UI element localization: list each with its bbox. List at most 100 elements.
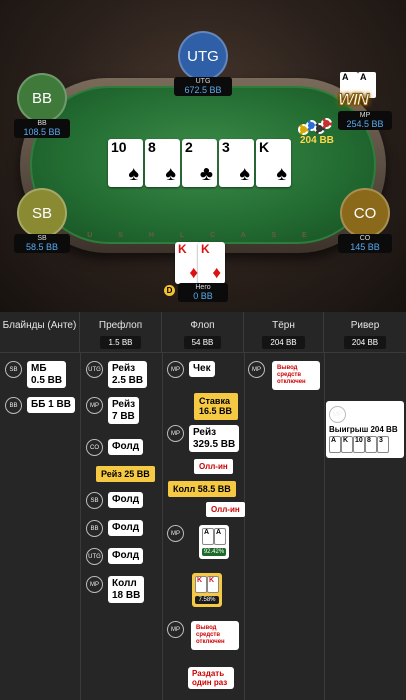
action-bubble: Фолд bbox=[108, 520, 144, 536]
seat-name: CO bbox=[359, 235, 371, 242]
board-card: 2 ♣ bbox=[182, 139, 217, 187]
action-item: BB ББ 1 BB bbox=[5, 397, 75, 414]
equity-label: 7.58% bbox=[195, 596, 219, 604]
poker-replay: U S H L C A S E UTG UTG 672.5 BB BB BB 1… bbox=[0, 0, 406, 700]
position-badge: SB bbox=[5, 361, 22, 378]
board-card: 3 ♠ bbox=[219, 139, 254, 187]
diamond-icon: ♦ bbox=[189, 263, 198, 282]
action-item: UTG Рейз 2.5 BB bbox=[86, 361, 148, 388]
avatar: UTG bbox=[178, 31, 228, 81]
action-item: MP Рейз 7 BB bbox=[86, 397, 140, 424]
seat-stack: 254.5 BB bbox=[346, 119, 384, 129]
seat-co[interactable]: CO CO 145 BB bbox=[338, 188, 392, 253]
showdown-villain: MP bbox=[167, 525, 184, 542]
action-bubble: Рейз 7 BB bbox=[108, 397, 140, 424]
action-bubble: Вывод средств отключен bbox=[191, 621, 239, 650]
action-item: MP Колл 18 BB bbox=[86, 576, 145, 603]
seat-stack: 145 BB bbox=[350, 242, 380, 252]
action-bubble: Фолд bbox=[108, 439, 144, 455]
hero-call-badge: Колл 58.5 BB bbox=[168, 481, 236, 497]
position-badge: MP bbox=[86, 576, 103, 593]
seat-mp[interactable]: MP 254.5 BB bbox=[338, 111, 392, 130]
position-badge: MP bbox=[329, 406, 346, 423]
action-item: SB Фолд bbox=[86, 492, 144, 509]
spade-icon: ♠ bbox=[165, 163, 176, 185]
position-badge: BB bbox=[86, 520, 103, 537]
action-bubble: Рейз 329.5 BB bbox=[189, 425, 240, 452]
action-item: MP bbox=[329, 406, 346, 423]
avatar: CO bbox=[340, 188, 390, 238]
hand-history: Блайнды (Анте) Префлоп 1.5 BB Флоп 54 BB… bbox=[0, 312, 406, 700]
avatar: SB bbox=[17, 188, 67, 238]
hero-bet-badge: Ставка 16.5 BB bbox=[194, 393, 238, 420]
seat-stack: 58.5 BB bbox=[25, 242, 59, 252]
seat-stack: 108.5 BB bbox=[23, 127, 61, 137]
street-pot: 54 BB bbox=[183, 336, 222, 349]
board-card: 8 ♠ bbox=[145, 139, 180, 187]
pot-amount: 204 BB bbox=[300, 135, 334, 146]
action-bubble: ББ 1 BB bbox=[27, 397, 75, 413]
action-item: MP Рейз 329.5 BB bbox=[167, 425, 240, 452]
street-header: Блайнды (Анте) Префлоп 1.5 BB Флоп 54 BB… bbox=[0, 312, 406, 352]
action-bubble: Рейз 2.5 BB bbox=[108, 361, 148, 388]
action-bubble: Фолд bbox=[108, 492, 144, 508]
action-bubble: Вывод средств отключен bbox=[272, 361, 320, 390]
seat-name: SB bbox=[37, 235, 47, 242]
street-turn[interactable]: Тёрн 204 BB bbox=[244, 312, 324, 352]
seat-hero[interactable]: Него 0 BB bbox=[178, 283, 228, 302]
seat-plate: Него 0 BB bbox=[178, 283, 228, 302]
hero-card: K ♦ bbox=[198, 242, 225, 284]
seat-plate: SB 58.5 BB bbox=[14, 234, 70, 253]
action-bubble: Чек bbox=[189, 361, 215, 377]
action-bubble: Фолд bbox=[108, 548, 144, 564]
felt-branding: U S H L C A S E bbox=[87, 232, 319, 239]
position-badge: SB bbox=[86, 492, 103, 509]
seat-name: Него bbox=[195, 284, 211, 291]
action-item: MP Чек bbox=[167, 361, 215, 378]
action-item: MP Вывод средств отключен bbox=[167, 621, 239, 650]
position-badge: MP bbox=[167, 525, 184, 542]
action-bubble: Колл 18 BB bbox=[108, 576, 145, 603]
action-columns: SB МБ 0.5 BB BB ББ 1 BB UTG Рейз 2.5 BB MP… bbox=[0, 352, 406, 700]
street-preflop[interactable]: Префлоп 1.5 BB bbox=[80, 312, 162, 352]
street-pot: 204 BB bbox=[343, 336, 387, 349]
street-flop[interactable]: Флоп 54 BB bbox=[162, 312, 244, 352]
action-item: SB МБ 0.5 BB bbox=[5, 361, 67, 388]
street-river[interactable]: Ривер 204 BB bbox=[324, 312, 406, 352]
seat-plate: CO 145 BB bbox=[338, 234, 392, 253]
seat-plate: BB 108.5 BB bbox=[14, 119, 70, 138]
winning-hand: A K 10 8 3 bbox=[329, 436, 401, 454]
board-cards: 10 ♠ 8 ♠ 2 ♣ 3 ♠ K ♠ bbox=[108, 139, 291, 187]
spade-icon: ♠ bbox=[276, 163, 287, 185]
street-blinds[interactable]: Блайнды (Анте) bbox=[0, 312, 80, 352]
seat-plate: UTG 672.5 BB bbox=[174, 77, 232, 96]
position-badge: BB bbox=[5, 397, 22, 414]
seat-sb[interactable]: SB SB 58.5 BB bbox=[14, 188, 70, 253]
position-badge: MP bbox=[86, 397, 103, 414]
seat-bb[interactable]: BB BB 108.5 BB bbox=[14, 73, 70, 138]
run-once-label: Раздать один раз bbox=[188, 667, 234, 690]
board-card: K ♠ bbox=[256, 139, 291, 187]
position-badge: MP bbox=[248, 361, 265, 378]
seat-stack: 672.5 BB bbox=[184, 85, 222, 95]
street-pot: 204 BB bbox=[262, 336, 305, 349]
allin-label: Олл-ин bbox=[194, 459, 233, 474]
spade-icon: ♠ bbox=[239, 163, 250, 185]
action-bubble: МБ 0.5 BB bbox=[27, 361, 67, 388]
club-icon: ♣ bbox=[199, 163, 213, 185]
action-item: BB Фолд bbox=[86, 520, 144, 537]
hero-hand: KK 7.58% bbox=[192, 573, 222, 607]
seat-stack: 0 BB bbox=[193, 291, 213, 301]
win-amount: Выигрыш 204 BB bbox=[329, 425, 398, 434]
action-item: MP Вывод средств отключен bbox=[248, 361, 320, 390]
allin-label: Олл-ин bbox=[206, 502, 245, 517]
street-pot: 1.5 BB bbox=[100, 336, 141, 349]
win-badge: A A WIN bbox=[336, 72, 386, 116]
spade-icon: ♠ bbox=[128, 163, 139, 185]
seat-utg[interactable]: UTG UTG 672.5 BB bbox=[174, 31, 232, 96]
action-item: UTG Фолд bbox=[86, 548, 144, 565]
position-badge: UTG bbox=[86, 548, 103, 565]
position-badge: MP bbox=[167, 621, 184, 638]
seat-name: UTG bbox=[195, 78, 211, 85]
position-badge: CO bbox=[86, 439, 103, 456]
